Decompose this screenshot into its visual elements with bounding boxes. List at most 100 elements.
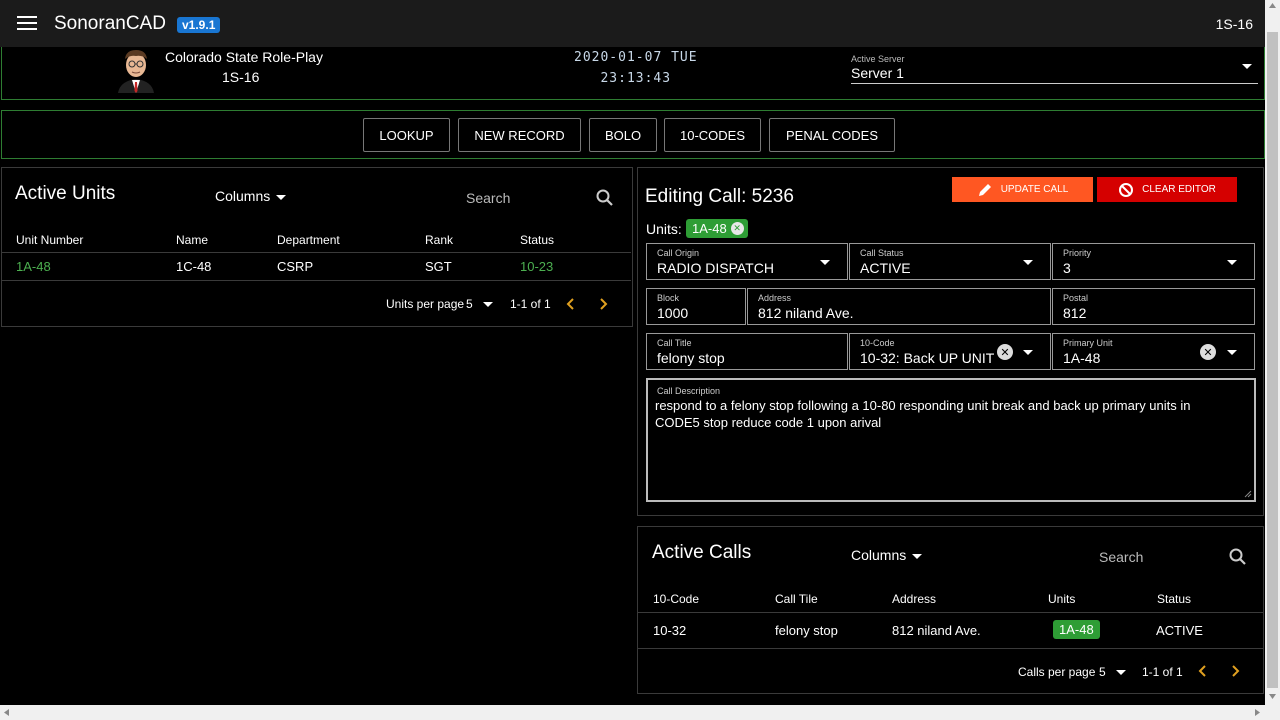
clear-editor-button[interactable]: CLEAR EDITOR [1097, 177, 1237, 202]
chevron-left-icon[interactable] [564, 297, 578, 311]
ten-codes-button[interactable]: 10-CODES [664, 118, 761, 152]
calls-per-page-select[interactable]: 5 [1099, 665, 1126, 679]
clear-icon[interactable]: ✕ [997, 344, 1013, 360]
scroll-up-icon[interactable] [1268, 2, 1277, 10]
community-name: Colorado State Role-Play [165, 49, 323, 65]
active-calls-columns-button[interactable]: Columns [851, 547, 923, 563]
primary-unit-value: 1A-48 [1063, 350, 1101, 366]
postal-field[interactable]: Postal 812 [1052, 288, 1255, 325]
divider [2, 252, 631, 253]
bolo-button[interactable]: BOLO [589, 118, 657, 152]
units-per-page-label: Units per page [386, 297, 465, 311]
active-server-label: Active Server [851, 54, 905, 64]
calls-range: 1-1 of 1 [1142, 665, 1183, 679]
chevron-down-icon [1242, 64, 1252, 69]
version-badge: v1.9.1 [177, 17, 221, 33]
call-origin-select[interactable]: Call Origin RADIO DISPATCH [646, 243, 848, 280]
chevron-right-icon[interactable] [1228, 664, 1242, 678]
new-record-button[interactable]: NEW RECORD [458, 118, 581, 152]
current-unit-id: 1S-16 [1215, 16, 1253, 32]
col-name[interactable]: Name [176, 233, 208, 247]
col-ten-code[interactable]: 10-Code [653, 592, 699, 606]
search-icon[interactable] [595, 188, 615, 208]
chevron-down-icon [1023, 260, 1033, 265]
toolbar: LOOKUP NEW RECORD BOLO 10-CODES PENAL CO… [1, 110, 1265, 159]
penal-codes-button[interactable]: PENAL CODES [769, 118, 895, 152]
col-units[interactable]: Units [1048, 592, 1075, 606]
scroll-right-icon[interactable] [1253, 708, 1261, 717]
block-field[interactable]: Block 1000 [646, 288, 746, 325]
postal-value: 812 [1063, 305, 1087, 321]
primary-unit-select[interactable]: Primary Unit 1A-48 ✕ [1052, 333, 1255, 370]
active-units-title: Active Units [15, 183, 116, 204]
col-status[interactable]: Status [1157, 592, 1191, 606]
name-cell: 1C-48 [176, 259, 212, 274]
address-value: 812 niland Ave. [758, 305, 854, 321]
priority-select[interactable]: Priority 3 [1052, 243, 1255, 280]
col-unit-number[interactable]: Unit Number [16, 233, 83, 247]
clear-icon[interactable]: ✕ [1200, 344, 1216, 360]
update-call-button[interactable]: UPDATE CALL [952, 177, 1093, 202]
status-cell: ACTIVE [1156, 623, 1203, 638]
scroll-down-icon[interactable] [1268, 692, 1277, 700]
col-call-title[interactable]: Call Tile [775, 592, 818, 606]
rank-cell: SGT [425, 259, 452, 274]
ten-code-value: 10-32: Back UP UNIT [860, 350, 995, 366]
ten-code-cell: 10-32 [653, 623, 687, 638]
call-status-select[interactable]: Call Status ACTIVE [849, 243, 1051, 280]
call-origin-value: RADIO DISPATCH [657, 260, 774, 276]
chevron-right-icon[interactable] [596, 297, 610, 311]
col-address[interactable]: Address [892, 592, 936, 606]
active-units-search-input[interactable]: Search [466, 190, 510, 206]
active-units-columns-button[interactable]: Columns [215, 188, 287, 204]
col-rank[interactable]: Rank [425, 233, 453, 247]
chevron-down-icon [1227, 350, 1237, 355]
pencil-icon [978, 183, 991, 196]
active-calls-search-input[interactable]: Search [1099, 549, 1143, 565]
ten-code-select[interactable]: 10-Code 10-32: Back UP UNIT ✕ [849, 333, 1051, 370]
columns-label: Columns [215, 188, 271, 204]
avatar [112, 47, 160, 93]
ten-code-label: 10-Code [860, 338, 895, 348]
active-server-value: Server 1 [851, 65, 904, 81]
editing-call-title: Editing Call: 5236 [645, 186, 794, 207]
clock-date: 2020-01-07 TUE [574, 50, 698, 65]
chevron-down-icon [1023, 350, 1033, 355]
unit-chip[interactable]: 1A-48 ✕ [686, 219, 748, 238]
call-description-textarea[interactable]: Call Description respond to a felony sto… [646, 378, 1256, 502]
app-bar: SonoranCAD v1.9.1 1S-16 [0, 0, 1265, 47]
call-title-field[interactable]: Call Title felony stop [646, 333, 848, 370]
call-description-label: Call Description [657, 386, 721, 396]
postal-label: Postal [1063, 293, 1089, 303]
units-per-page-select[interactable]: 5 [466, 297, 493, 311]
chevron-down-icon [1227, 260, 1237, 265]
col-status[interactable]: Status [520, 233, 554, 247]
search-icon[interactable] [1228, 547, 1248, 567]
lookup-button[interactable]: LOOKUP [363, 118, 450, 152]
status-cell: 10-23 [520, 259, 554, 274]
resize-handle-icon[interactable] [1244, 490, 1252, 498]
scroll-left-icon[interactable] [3, 708, 11, 717]
unit-number-cell: 1A-48 [16, 259, 51, 274]
col-department[interactable]: Department [277, 233, 340, 247]
remove-unit-icon[interactable]: ✕ [730, 222, 744, 235]
per-page-value: 5 [466, 297, 473, 311]
divider [638, 612, 1263, 613]
chevron-left-icon[interactable] [1196, 664, 1210, 678]
block-icon [1119, 182, 1134, 197]
update-call-label: UPDATE CALL [1000, 184, 1069, 195]
address-cell: 812 niland Ave. [892, 623, 981, 638]
info-band: Colorado State Role-Play 1S-16 2020-01-0… [1, 47, 1265, 100]
callsign: 1S-16 [222, 69, 260, 85]
caret-down-icon [276, 194, 287, 200]
primary-unit-label: Primary Unit [1063, 338, 1113, 348]
menu-icon[interactable] [17, 16, 37, 31]
horizontal-scrollbar[interactable] [0, 705, 1280, 720]
unit-chip-label: 1A-48 [692, 221, 727, 236]
active-server-select[interactable]: Active Server Server 1 [851, 53, 1258, 84]
call-status-label: Call Status [860, 248, 904, 258]
divider [2, 280, 631, 281]
block-value: 1000 [657, 305, 689, 321]
address-field[interactable]: Address 812 niland Ave. [747, 288, 1051, 325]
vertical-scrollbar-thumb[interactable] [1267, 32, 1278, 688]
